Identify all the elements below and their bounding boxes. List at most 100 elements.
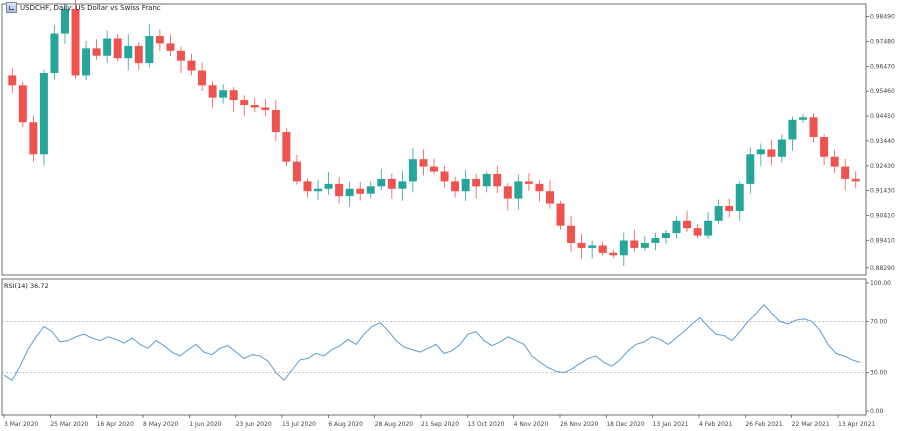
date-axis-label: 21 Sep 2020 xyxy=(421,421,459,428)
candle-body xyxy=(598,245,607,253)
candle-body xyxy=(8,75,17,86)
date-axis-label: 1 Jun 2020 xyxy=(189,421,221,428)
date-axis-label: 4 Feb 2021 xyxy=(699,421,733,428)
price-axis-label: 0.91430 xyxy=(870,187,895,194)
candle-body xyxy=(145,36,154,64)
rsi-indicator-label: RSI(14) 36.72 xyxy=(4,282,49,290)
rsi-line xyxy=(3,304,861,382)
candle-body xyxy=(356,188,365,194)
candle-body xyxy=(567,225,576,243)
candle-body xyxy=(282,132,291,162)
candle-body xyxy=(92,48,101,56)
candle-body xyxy=(588,245,597,248)
candle-body xyxy=(756,149,765,155)
candle-body xyxy=(461,178,470,192)
candle-body xyxy=(503,186,512,199)
candle-body xyxy=(714,206,723,221)
date-axis-label: 18 Dec 2020 xyxy=(606,421,645,428)
price-axis-label: 0.96470 xyxy=(870,63,895,70)
candle-body xyxy=(830,156,839,167)
candle-body xyxy=(103,38,112,56)
candle-body xyxy=(809,117,818,138)
candle-body xyxy=(556,203,565,226)
candle-body xyxy=(71,8,80,76)
candle-body xyxy=(535,183,544,192)
candle-body xyxy=(725,206,734,211)
candle-body xyxy=(387,178,396,189)
date-axis-label: 13 Oct 2020 xyxy=(467,421,504,428)
candle-body xyxy=(82,48,91,76)
candle-body xyxy=(229,90,238,101)
date-axis-label: 22 Mar 2021 xyxy=(792,421,830,428)
price-pane-frame xyxy=(1,3,867,276)
candle-body xyxy=(482,173,491,187)
candle-body xyxy=(324,183,333,189)
date-axis-label: 8 May 2020 xyxy=(143,421,178,428)
candle-body xyxy=(514,181,523,199)
date-axis-label: 28 Aug 2020 xyxy=(375,421,414,428)
date-axis-label: 23 Jun 2020 xyxy=(236,421,272,428)
candle-body xyxy=(419,159,428,167)
price-axis-label: 0.95460 xyxy=(870,88,895,95)
date-axis-label: 3 Mar 2020 xyxy=(4,421,38,428)
candle-body xyxy=(113,38,122,59)
price-axis-label: 0.90410 xyxy=(870,213,895,220)
candle-body xyxy=(240,100,249,106)
candle-body xyxy=(345,188,354,197)
chart-canvas[interactable]: 0.88290 0.89410 0.90410 0.91430 0.92430 0.934… xyxy=(0,0,900,431)
candle-body xyxy=(777,139,786,157)
candle-body xyxy=(292,161,301,182)
candle-body xyxy=(788,119,797,140)
candle-body xyxy=(134,45,143,64)
candle-body xyxy=(619,240,628,256)
candle-body xyxy=(408,159,417,182)
candle-body xyxy=(187,60,196,71)
candle-body xyxy=(176,50,185,61)
chart-window[interactable]: 0.88290 0.89410 0.90410 0.91430 0.92430 0.934… xyxy=(0,0,900,431)
candle-body xyxy=(18,85,27,123)
date-axis-label: 16 Apr 2020 xyxy=(97,421,134,428)
candle-body xyxy=(440,171,449,182)
candle-body xyxy=(166,43,175,51)
rsi-axis-label: 70.00 xyxy=(870,318,887,325)
candle-body xyxy=(303,181,312,192)
price-axis-label: 0.94450 xyxy=(870,113,895,120)
date-axis-label: 26 Nov 2020 xyxy=(560,421,599,428)
price-axis-label: 0.98490 xyxy=(870,14,895,21)
candle-body xyxy=(314,188,323,192)
candle-body xyxy=(335,183,344,197)
candle-body xyxy=(841,166,850,179)
candle-body xyxy=(198,70,207,86)
price-axis-label: 0.93440 xyxy=(870,138,895,145)
rsi-axis-label: 30.00 xyxy=(870,370,887,377)
candle-body xyxy=(820,137,829,157)
price-axis-label: 0.97480 xyxy=(870,38,895,45)
candle-body xyxy=(746,154,755,184)
candle-body xyxy=(545,191,554,204)
candle-body xyxy=(524,181,533,184)
candle-body xyxy=(261,107,270,110)
candle-body xyxy=(630,240,639,248)
candle-body xyxy=(799,117,808,120)
candle-body xyxy=(271,109,280,133)
candle-body xyxy=(250,105,259,108)
date-axis-label: 13 Jan 2021 xyxy=(653,421,689,428)
candle-body xyxy=(651,238,660,243)
candle-body xyxy=(429,166,439,172)
candle-body xyxy=(640,242,649,248)
chart-title: USDCHF, Daily: US Dollar vs Swiss Franc xyxy=(20,3,161,12)
date-axis-label: 4 Nov 2020 xyxy=(514,421,549,428)
rsi-axis-label: 0.00 xyxy=(870,408,884,415)
chart-title-bar: USDCHF, Daily: US Dollar vs Swiss Franc xyxy=(6,2,161,13)
candle-body xyxy=(451,181,460,192)
candle-body xyxy=(377,178,386,187)
candle-body xyxy=(683,220,692,229)
price-axis-label: 0.92430 xyxy=(870,163,895,170)
candle-body xyxy=(672,220,681,234)
candle-body xyxy=(472,178,481,187)
candle-body xyxy=(577,242,586,248)
candle-body xyxy=(493,173,502,187)
candle-body xyxy=(50,33,59,73)
candle-body xyxy=(219,90,228,98)
candle-body xyxy=(208,85,217,98)
